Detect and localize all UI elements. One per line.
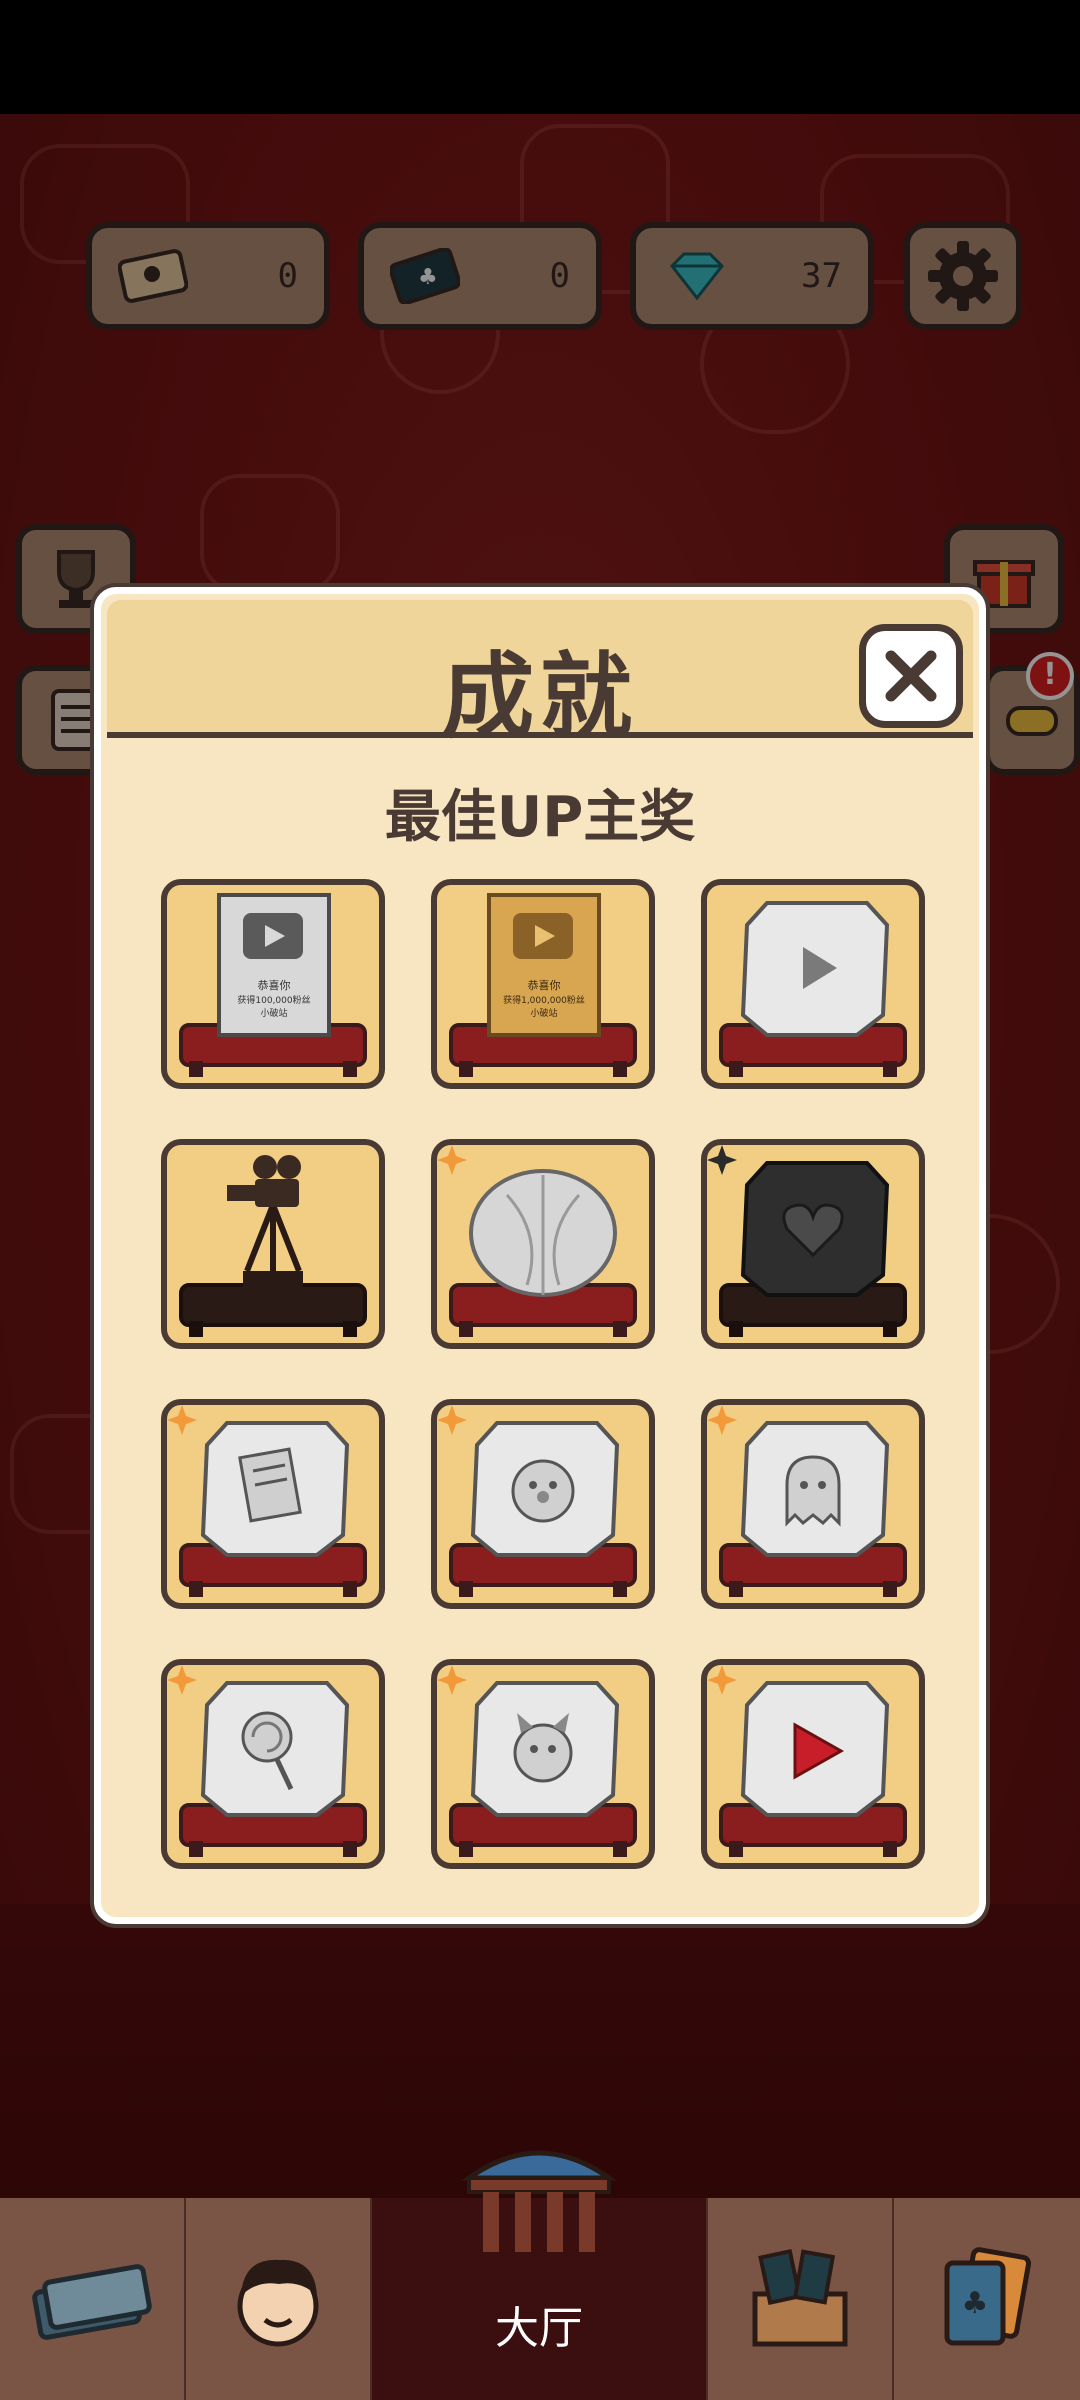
- achievement-grid: 恭喜你 获得100,000粉丝 小破站 恭喜你 获得1,000,000粉丝 小破…: [161, 879, 933, 1869]
- tab-lobby-label: 大厅: [495, 2303, 583, 2354]
- bottom-nav: 大厅 ♣: [0, 2150, 1080, 2400]
- character-face-icon: [237, 2259, 319, 2347]
- tab-card-pack[interactable]: ♣: [894, 2198, 1080, 2400]
- sparkle-icon: [707, 1145, 737, 1175]
- sparkle-icon: [167, 1405, 197, 1435]
- close-icon: [885, 650, 937, 702]
- sparkle-icon: [707, 1665, 737, 1695]
- sparkle-icon: [437, 1405, 467, 1435]
- achievement-script[interactable]: [161, 1399, 385, 1609]
- tab-card-box[interactable]: [708, 2198, 894, 2400]
- cash-stack-icon: [32, 2264, 152, 2340]
- achievement-silver-plaque[interactable]: 恭喜你 获得100,000粉丝 小破站: [161, 879, 385, 1089]
- section-title: 最佳UP主奖: [384, 785, 696, 850]
- achievement-black-heart[interactable]: [701, 1139, 925, 1349]
- card-box-icon: [752, 2249, 848, 2347]
- achievement-clown[interactable]: [431, 1399, 655, 1609]
- dialog-title: 成就: [441, 643, 638, 750]
- svg-text:♣: ♣: [962, 2286, 989, 2321]
- achievement-cabbage[interactable]: [431, 1139, 655, 1349]
- achievement-gold-plaque[interactable]: 恭喜你 获得1,000,000粉丝 小破站: [431, 879, 655, 1089]
- card-pack-icon: ♣: [944, 2247, 1032, 2346]
- sparkle-icon: [437, 1145, 467, 1175]
- achievement-red-play[interactable]: [701, 1659, 925, 1869]
- close-button[interactable]: [859, 624, 963, 728]
- plaque-text-line: 获得1,000,000粉丝: [503, 994, 585, 1006]
- achievement-dialog: 成就 最佳UP主奖 恭喜你 获得100,000粉丝 小破站 恭喜你 获得1,00…: [94, 587, 986, 1924]
- plaque-text-line: 获得100,000粉丝: [237, 994, 310, 1006]
- achievement-diamond-play[interactable]: [701, 879, 925, 1089]
- sparkle-icon: [167, 1665, 197, 1695]
- plaque-text-line: 小破站: [260, 1007, 287, 1019]
- plaque-text-line: 恭喜你: [258, 979, 291, 992]
- sparkle-icon: [707, 1405, 737, 1435]
- theater-icon: [461, 2150, 617, 2252]
- achievement-camera-trophy[interactable]: [161, 1139, 385, 1349]
- tab-lobby[interactable]: 大厅: [372, 2150, 708, 2400]
- achievement-lollipop[interactable]: [161, 1659, 385, 1869]
- tab-character[interactable]: [186, 2198, 372, 2400]
- tab-money[interactable]: [0, 2198, 186, 2400]
- sparkle-icon: [437, 1665, 467, 1695]
- achievement-ghost[interactable]: [701, 1399, 925, 1609]
- plaque-text-line: 小破站: [530, 1007, 557, 1019]
- achievement-devil[interactable]: [431, 1659, 655, 1869]
- plaque-text-line: 恭喜你: [528, 979, 561, 992]
- dialog-header: 成就: [107, 600, 973, 750]
- status-bar: [0, 0, 1080, 114]
